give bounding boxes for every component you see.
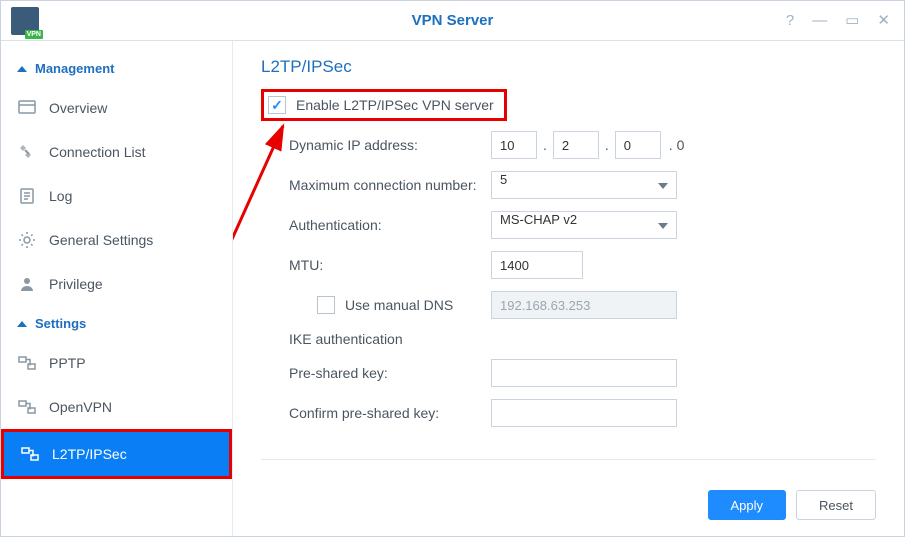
dynamic-ip-label: Dynamic IP address: bbox=[261, 137, 491, 153]
row-ike: IKE authentication bbox=[261, 331, 876, 347]
mtu-input[interactable] bbox=[491, 251, 583, 279]
sidebar-item-label: Log bbox=[49, 188, 72, 204]
apply-button[interactable]: Apply bbox=[708, 490, 787, 520]
chevron-up-icon bbox=[17, 321, 27, 327]
row-mtu: MTU: bbox=[261, 251, 876, 279]
chevron-up-icon bbox=[17, 66, 27, 72]
sidebar-item-label: General Settings bbox=[49, 232, 153, 248]
sidebar-item-label: Overview bbox=[49, 100, 107, 116]
sidebar-item-openvpn[interactable]: OpenVPN bbox=[1, 385, 232, 429]
row-psk: Pre-shared key: bbox=[261, 359, 876, 387]
ike-label: IKE authentication bbox=[261, 331, 491, 347]
divider bbox=[261, 459, 876, 460]
dot: . bbox=[605, 137, 609, 153]
log-icon bbox=[17, 186, 37, 206]
sidebar-item-log[interactable]: Log bbox=[1, 174, 232, 218]
gear-icon bbox=[17, 230, 37, 250]
manual-dns-input bbox=[491, 291, 677, 319]
sidebar-item-general-settings[interactable]: General Settings bbox=[1, 218, 232, 262]
overview-icon bbox=[17, 98, 37, 118]
content-panel: L2TP/IPSec Enable L2TP/IPSec VPN server … bbox=[233, 41, 904, 536]
sidebar-item-overview[interactable]: Overview bbox=[1, 86, 232, 130]
sidebar-item-label: OpenVPN bbox=[49, 399, 112, 415]
network-icon bbox=[17, 353, 37, 373]
enable-l2tp-row[interactable]: Enable L2TP/IPSec VPN server bbox=[261, 89, 507, 121]
sidebar-item-label: L2TP/IPSec bbox=[52, 446, 127, 462]
ip-octet-2[interactable] bbox=[553, 131, 599, 159]
section-management[interactable]: Management bbox=[1, 51, 232, 86]
row-auth: Authentication: MS-CHAP v2 bbox=[261, 211, 876, 239]
auth-label: Authentication: bbox=[261, 217, 491, 233]
row-confirm-psk: Confirm pre-shared key: bbox=[261, 399, 876, 427]
row-dynamic-ip: Dynamic IP address: . . . 0 bbox=[261, 131, 876, 159]
network-icon bbox=[20, 444, 40, 464]
sidebar-item-connection-list[interactable]: Connection List bbox=[1, 130, 232, 174]
sidebar-item-label: PPTP bbox=[49, 355, 86, 371]
manual-dns-checkbox[interactable] bbox=[317, 296, 335, 314]
max-conn-label: Maximum connection number: bbox=[261, 177, 491, 193]
section-label: Settings bbox=[35, 316, 86, 331]
confirm-psk-label: Confirm pre-shared key: bbox=[261, 405, 491, 421]
section-label: Management bbox=[35, 61, 114, 76]
sidebar-item-label: Connection List bbox=[49, 144, 146, 160]
sidebar-item-pptp[interactable]: PPTP bbox=[1, 341, 232, 385]
maximize-icon[interactable]: ▭ bbox=[845, 13, 859, 28]
max-conn-select[interactable]: 5 bbox=[491, 171, 677, 199]
sidebar: Management Overview Connection List Log … bbox=[1, 41, 233, 536]
footer-buttons: Apply Reset bbox=[708, 490, 877, 520]
enable-l2tp-checkbox[interactable] bbox=[268, 96, 286, 114]
confirm-psk-input[interactable] bbox=[491, 399, 677, 427]
enable-l2tp-label: Enable L2TP/IPSec VPN server bbox=[296, 97, 494, 113]
row-max-conn: Maximum connection number: 5 bbox=[261, 171, 876, 199]
manual-dns-label: Use manual DNS bbox=[345, 297, 453, 313]
form: Dynamic IP address: . . . 0 Maximum conn… bbox=[261, 131, 876, 427]
sidebar-item-label: Privilege bbox=[49, 276, 103, 292]
sidebar-item-l2tp[interactable]: L2TP/IPSec bbox=[1, 429, 232, 479]
minimize-icon[interactable]: — bbox=[812, 13, 827, 28]
titlebar: VPN Server ? — ▭ ✕ bbox=[1, 1, 904, 41]
dot: . bbox=[543, 137, 547, 153]
window-controls: ? — ▭ ✕ bbox=[786, 13, 904, 28]
sidebar-item-privilege[interactable]: Privilege bbox=[1, 262, 232, 306]
help-icon[interactable]: ? bbox=[786, 13, 794, 28]
psk-input[interactable] bbox=[491, 359, 677, 387]
mtu-label: MTU: bbox=[261, 257, 491, 273]
ip-octet-3[interactable] bbox=[615, 131, 661, 159]
auth-select[interactable]: MS-CHAP v2 bbox=[491, 211, 677, 239]
user-icon bbox=[17, 274, 37, 294]
close-icon[interactable]: ✕ bbox=[877, 13, 890, 28]
row-manual-dns: Use manual DNS bbox=[261, 291, 876, 319]
psk-label: Pre-shared key: bbox=[261, 365, 491, 381]
plug-icon bbox=[17, 142, 37, 162]
panel-title: L2TP/IPSec bbox=[261, 57, 876, 77]
section-settings[interactable]: Settings bbox=[1, 306, 232, 341]
window-title: VPN Server bbox=[412, 12, 494, 29]
ip-octet-1[interactable] bbox=[491, 131, 537, 159]
app-icon bbox=[11, 7, 39, 35]
manual-dns-option[interactable]: Use manual DNS bbox=[261, 296, 491, 314]
main: Management Overview Connection List Log … bbox=[1, 41, 904, 536]
network-icon bbox=[17, 397, 37, 417]
reset-button[interactable]: Reset bbox=[796, 490, 876, 520]
ip-octet-4-static: . 0 bbox=[669, 137, 685, 153]
